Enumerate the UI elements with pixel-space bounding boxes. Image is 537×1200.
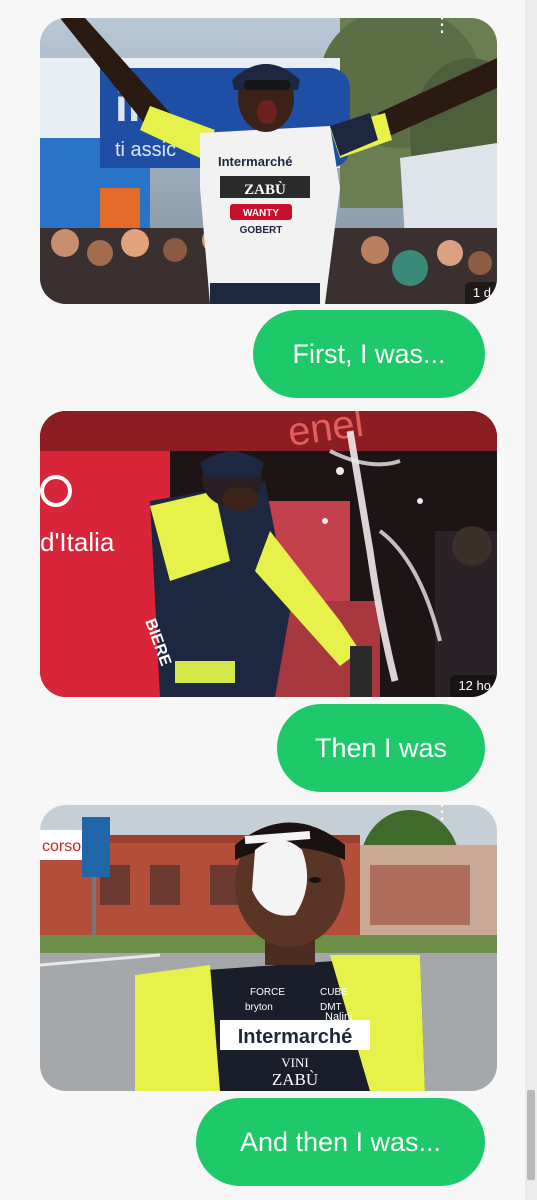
jersey-force-text: FORCE [250,987,285,998]
jersey-wanty-text: WANTY [243,208,279,219]
photo-3-image: corso Intermarché VINI ZABÙ FORCE CUBE b… [40,805,497,1091]
message-bubble-2[interactable]: Then I was [277,704,485,792]
street-sign-text: corso [42,838,81,855]
jersey-vini-text: VINI [281,1055,308,1070]
jersey-gobert-text: GOBERT [240,225,283,236]
photo-1-timestamp: 1 d [464,282,497,304]
message-text-2: Then I was [314,732,448,763]
jersey-nalini-text: Nalini [325,1011,353,1023]
chat-thread: ir ti assic ZABÙ Inte [0,0,525,1200]
message-bubble-3[interactable]: And then I was... [196,1098,485,1186]
more-vert-icon-2[interactable]: ⋮ [427,805,457,827]
photo-1-image: ir ti assic ZABÙ Inte [40,18,497,304]
jersey-zabu-text: ZABÙ [244,181,286,198]
message-text-3: And then I was... [239,1126,442,1157]
jersey-zabu-text-2: ZABÙ [272,1070,318,1089]
photo-2-timestamp: 12 ho [450,675,497,697]
scrollbar-thumb[interactable] [527,1090,535,1180]
banner-giro-text: d'Italia [40,527,115,557]
message-photo-1[interactable]: ir ti assic ZABÙ Inte [40,18,497,304]
message-photo-2[interactable]: enel d'Italia BIERE 12 ho [40,411,497,697]
more-vert-icon[interactable]: ⋮ [427,18,457,40]
message-text-1: First, I was... [292,338,446,369]
message-bubble-1[interactable]: First, I was... [253,310,485,398]
message-photo-3[interactable]: corso Intermarché VINI ZABÙ FORCE CUBE b… [40,805,497,1091]
jersey-sponsor-text-2: Intermarché [238,1026,353,1048]
scrollbar-track[interactable] [525,0,537,1200]
jersey-bryton-text: bryton [245,1002,273,1013]
jersey-sponsor-text: Intermarché [218,154,292,169]
jersey-cube-text: CUBE [320,987,348,998]
photo-2-image: enel d'Italia BIERE [40,411,497,697]
